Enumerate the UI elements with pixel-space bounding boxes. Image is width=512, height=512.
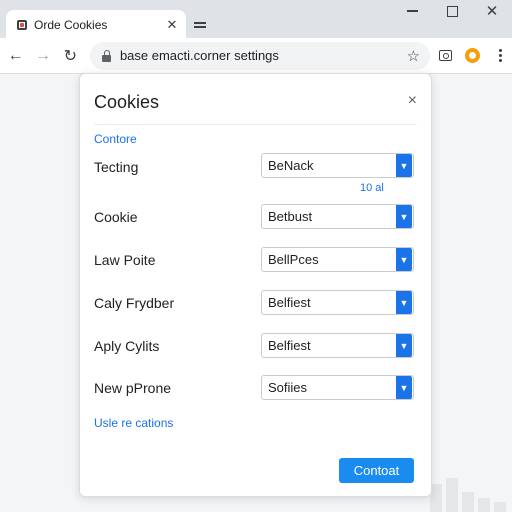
cookies-dialog: Cookies × Contore Tecting BeNack ▼ 10 al…: [79, 73, 432, 497]
maximize-button[interactable]: [432, 0, 472, 22]
note-text: 10 al: [360, 182, 384, 194]
chevron-down-icon: ▼: [396, 291, 412, 314]
back-arrow-icon[interactable]: ←: [4, 44, 27, 68]
new-pprone-select[interactable]: Sofiies ▼: [261, 375, 414, 400]
primary-button[interactable]: Contoat: [339, 458, 414, 483]
close-icon[interactable]: ×: [408, 92, 417, 110]
row-label-law-poite: Law Poite: [94, 252, 156, 268]
cookie-select[interactable]: Betbust ▼: [261, 204, 414, 229]
extension-icon: [465, 48, 481, 63]
chevron-down-icon: ▼: [396, 205, 412, 228]
row-label-caly-frydber: Caly Frydber: [94, 295, 175, 311]
tab-strip: Orde Cookies ✕ ✕: [0, 0, 512, 40]
row-label-aply-cylits: Aply Cylits: [94, 338, 160, 354]
url-text[interactable]: base emacti.corner settings: [120, 48, 407, 63]
section-link[interactable]: Contore: [94, 132, 137, 146]
minimize-button[interactable]: [392, 0, 432, 22]
chevron-down-icon: ▼: [396, 154, 412, 177]
law-poite-select[interactable]: BellPces ▼: [261, 247, 414, 272]
divider: [94, 124, 417, 125]
close-window-button[interactable]: ✕: [472, 0, 512, 22]
select-value: Belfiest: [268, 338, 311, 353]
camera-icon: [439, 50, 453, 61]
tab-menu-icon[interactable]: [190, 15, 210, 35]
browser-tab[interactable]: Orde Cookies ✕: [6, 10, 186, 40]
row-label-cookie: Cookie: [94, 209, 138, 225]
bottom-link[interactable]: Usle re cations: [94, 416, 173, 430]
forward-arrow-icon[interactable]: →: [31, 44, 54, 68]
select-value: BellPces: [268, 252, 319, 267]
extension-button[interactable]: [461, 44, 484, 68]
reload-icon[interactable]: ↻: [59, 44, 82, 68]
row-label-tecting: Tecting: [94, 159, 139, 175]
aply-cylits-select[interactable]: Belfiest ▼: [261, 333, 414, 358]
background-decoration: [430, 478, 506, 512]
browser-menu-button[interactable]: [489, 44, 512, 68]
screenshot-button[interactable]: [434, 44, 457, 68]
chevron-down-icon: ▼: [396, 334, 412, 357]
chevron-down-icon: ▼: [396, 248, 412, 271]
browser-window: Orde Cookies ✕ ✕ ← → ↻ base emacti.corne…: [0, 0, 512, 512]
row-label-new-pprone: New pProne: [94, 380, 172, 396]
kebab-menu-icon: [498, 49, 502, 62]
caly-frydber-select[interactable]: Belfiest ▼: [261, 290, 414, 315]
tab-title: Orde Cookies: [34, 18, 108, 32]
tab-close-icon[interactable]: ✕: [162, 17, 182, 33]
bookmark-star-icon[interactable]: ☆: [407, 47, 420, 65]
browser-toolbar: ← → ↻ base emacti.corner settings ☆: [0, 38, 512, 74]
select-value: Sofiies: [268, 380, 308, 395]
select-value: Belfiest: [268, 295, 311, 310]
select-value: BeNack: [268, 158, 314, 173]
tecting-select[interactable]: BeNack ▼: [261, 153, 414, 178]
address-bar[interactable]: base emacti.corner settings ☆: [89, 41, 431, 70]
select-value: Betbust: [268, 209, 313, 224]
page-favicon-icon: [17, 20, 27, 30]
window-controls: ✕: [392, 0, 512, 22]
chevron-down-icon: ▼: [396, 376, 412, 399]
lock-icon[interactable]: [101, 49, 112, 62]
dialog-title: Cookies: [94, 92, 160, 112]
